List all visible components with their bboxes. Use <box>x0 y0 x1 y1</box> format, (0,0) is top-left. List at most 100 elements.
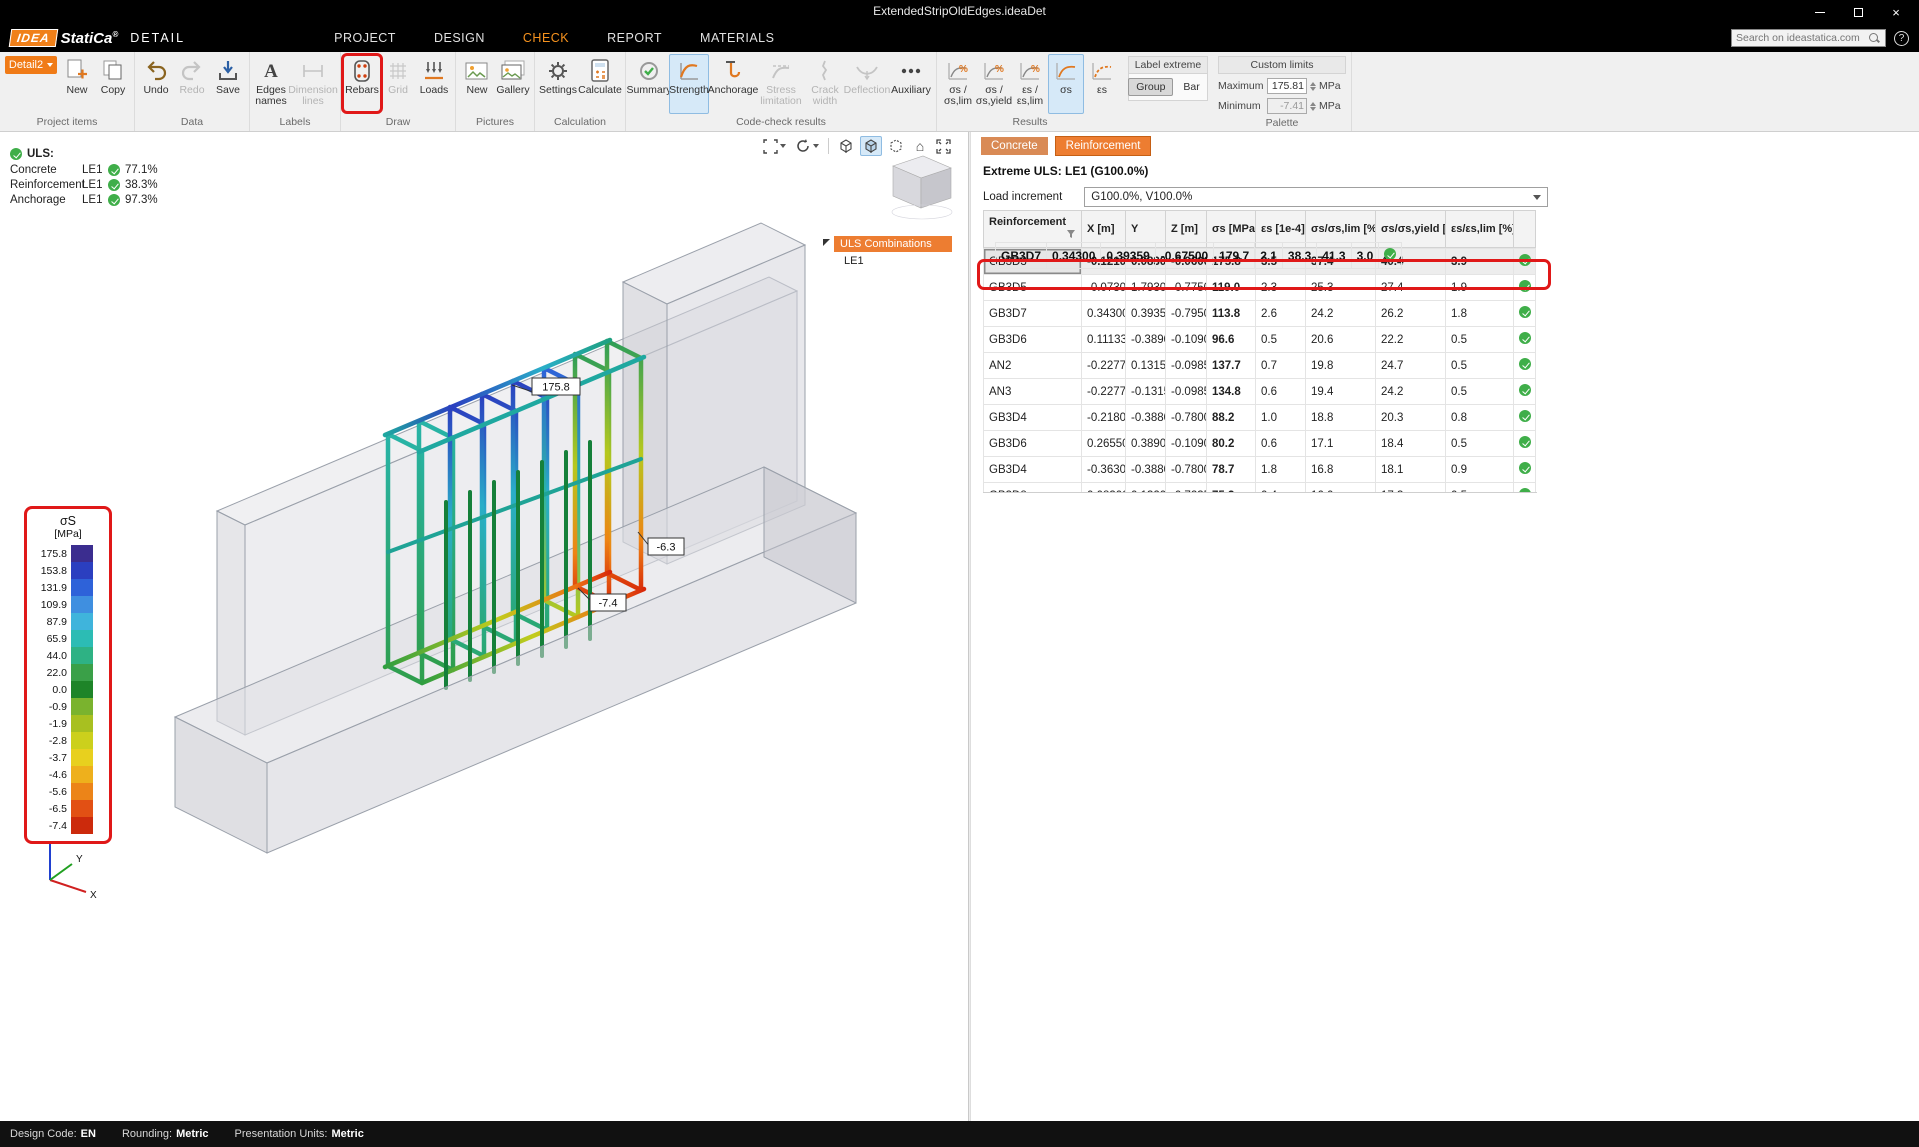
eps-over-eps-lim-button[interactable]: % εs / εs,lim <box>1012 54 1048 114</box>
table-cell-r2[interactable]: 41.3 <box>1317 243 1351 269</box>
eps-s-button[interactable]: εs <box>1084 54 1120 114</box>
table-cell-r1[interactable]: 16.8 <box>1306 457 1376 483</box>
label-extreme-group-button[interactable]: Group <box>1128 78 1173 96</box>
table-cell-eps[interactable]: 2.6 <box>1256 301 1306 327</box>
table-cell-r1[interactable]: 18.8 <box>1306 405 1376 431</box>
menu-tab-project[interactable]: PROJECT <box>315 26 415 50</box>
table-cell-name[interactable]: GB3D6 <box>984 327 1082 353</box>
table-cell-eps[interactable]: 1.8 <box>1256 457 1306 483</box>
restore-button[interactable] <box>1839 0 1877 24</box>
table-cell-name[interactable]: GB3D4 <box>984 405 1082 431</box>
table-cell-r2[interactable]: 26.2 <box>1376 301 1446 327</box>
detail-selector[interactable]: Detail2 <box>5 56 57 74</box>
help-icon[interactable]: ? <box>1894 31 1909 46</box>
table-cell-r2[interactable]: 24.7 <box>1376 353 1446 379</box>
table-cell-r3[interactable]: 3.9 <box>1446 249 1514 275</box>
table-cell-x[interactable]: -0.07300 <box>1082 275 1126 301</box>
table-cell-r1[interactable]: 17.1 <box>1306 431 1376 457</box>
table-cell-z[interactable]: -0.09857 <box>1166 353 1207 379</box>
table-cell-r3[interactable]: 0.5 <box>1446 353 1514 379</box>
table-row[interactable]: GB3D5-0.073001.79300-0.77500119.02.325.3… <box>984 275 1536 301</box>
table-cell-r3[interactable]: 0.5 <box>1446 431 1514 457</box>
table-cell-r3[interactable]: 1.8 <box>1446 301 1514 327</box>
table-row[interactable]: GB3D60.11133-0.38900-0.1090096.60.520.62… <box>984 327 1536 353</box>
new-project-item-button[interactable]: New <box>59 54 95 114</box>
table-cell-name[interactable]: GB3D8 <box>984 483 1082 494</box>
table-cell-x[interactable]: -0.21800 <box>1082 405 1126 431</box>
table-cell-sigma[interactable]: 80.2 <box>1207 431 1256 457</box>
table-cell-y[interactable]: -0.38800 <box>1126 405 1166 431</box>
table-cell-y[interactable]: 0.39359 <box>1126 301 1166 327</box>
close-button[interactable]: × <box>1877 0 1915 24</box>
table-cell-r2[interactable]: 18.4 <box>1376 431 1446 457</box>
table-cell-eps[interactable]: 0.6 <box>1256 431 1306 457</box>
table-cell-z[interactable]: -0.78000 <box>1166 405 1207 431</box>
menu-tab-check[interactable]: CHECK <box>504 26 588 50</box>
table-cell-sigma[interactable]: 113.8 <box>1207 301 1256 327</box>
table-cell-z[interactable]: -0.09857 <box>1166 379 1207 405</box>
table-cell-eps[interactable]: 0.5 <box>1256 327 1306 353</box>
table-cell-eps[interactable]: 0.4 <box>1256 483 1306 494</box>
table-cell-eps[interactable]: 2.3 <box>1256 275 1306 301</box>
table-cell-y[interactable]: -0.38800 <box>1126 457 1166 483</box>
home-view-button[interactable]: ⌂ <box>910 136 930 156</box>
table-cell-r2[interactable]: 17.3 <box>1376 483 1446 494</box>
table-cell-r2[interactable]: 20.3 <box>1376 405 1446 431</box>
table-cell-eps[interactable]: 0.7 <box>1256 353 1306 379</box>
table-row[interactable]: GB3D80.083000.13200-0.7235075.30.416.017… <box>984 483 1536 494</box>
orbit-button[interactable] <box>792 136 822 156</box>
table-cell-z[interactable]: -0.72350 <box>1166 483 1207 494</box>
settings-button[interactable]: Settings <box>538 54 578 114</box>
tree-item-le1[interactable]: LE1 <box>834 252 952 267</box>
table-cell-x[interactable]: -0.22776 <box>1082 353 1126 379</box>
collapse-triangle-icon[interactable] <box>823 239 830 246</box>
table-cell-y[interactable]: 0.13150 <box>1126 353 1166 379</box>
table-row[interactable]: AN2-0.227760.13150-0.09857137.70.719.824… <box>984 353 1536 379</box>
table-cell-name[interactable]: AN2 <box>984 353 1082 379</box>
table-cell-r2[interactable]: 18.1 <box>1376 457 1446 483</box>
search-input[interactable] <box>1736 32 1868 44</box>
model-canvas[interactable]: 175.8 -6.3 -7.4 Z Y X <box>0 132 968 1121</box>
table-cell-y[interactable]: 1.79300 <box>1126 275 1166 301</box>
load-increment-select[interactable]: G100.0%, V100.0% <box>1084 187 1548 207</box>
table-cell-x[interactable]: -0.36300 <box>1082 457 1126 483</box>
calculate-button[interactable]: Calculate <box>578 54 622 114</box>
table-cell-name[interactable]: GB3D7 <box>996 243 1047 269</box>
table-cell-sigma[interactable]: 134.8 <box>1207 379 1256 405</box>
filter-icon[interactable] <box>1066 229 1076 242</box>
zoom-fit-button[interactable] <box>933 136 954 156</box>
table-cell-r1[interactable]: 25.3 <box>1306 275 1376 301</box>
table-cell-sigma[interactable]: 119.0 <box>1207 275 1256 301</box>
table-cell-eps[interactable]: 2.1 <box>1255 243 1283 269</box>
table-cell-x[interactable]: 0.34300 <box>1047 243 1101 269</box>
table-cell-r3[interactable]: 0.9 <box>1446 457 1514 483</box>
table-cell-z[interactable]: -0.77500 <box>1166 275 1207 301</box>
table-cell-z[interactable]: -0.10900 <box>1166 431 1207 457</box>
table-cell-y[interactable]: 0.39359 <box>1101 243 1155 269</box>
transparent-view-button[interactable] <box>885 136 907 156</box>
table-cell-y[interactable]: 0.13200 <box>1126 483 1166 494</box>
table-row[interactable]: GB3D4-0.21800-0.38800-0.7800088.21.018.8… <box>984 405 1536 431</box>
table-cell-name[interactable]: GB3D6 <box>984 431 1082 457</box>
minimize-button[interactable] <box>1801 0 1839 24</box>
table-cell-r1[interactable]: 16.0 <box>1306 483 1376 494</box>
table-row[interactable]: GB3D70.343000.39359-0.79500113.82.624.22… <box>984 301 1536 327</box>
table-cell-z[interactable]: -0.79500 <box>1166 301 1207 327</box>
table-cell-r3[interactable]: 0.5 <box>1446 327 1514 353</box>
table-cell-r3[interactable]: 0.8 <box>1446 405 1514 431</box>
table-cell-x[interactable]: 0.26550 <box>1082 431 1126 457</box>
table-cell-r2[interactable]: 27.4 <box>1376 275 1446 301</box>
menu-tab-design[interactable]: DESIGN <box>415 26 504 50</box>
undo-button[interactable]: Undo <box>138 54 174 114</box>
table-cell-r1[interactable]: 24.2 <box>1306 301 1376 327</box>
table-cell-r1[interactable]: 20.6 <box>1306 327 1376 353</box>
table-cell-z[interactable]: -0.10900 <box>1166 327 1207 353</box>
search-box[interactable] <box>1731 29 1886 47</box>
table-cell-name[interactable]: AN3 <box>984 379 1082 405</box>
sigma-s-button[interactable]: σs <box>1048 54 1084 114</box>
auxiliary-button[interactable]: Auxiliary <box>889 54 933 114</box>
table-cell-sigma[interactable]: 96.6 <box>1207 327 1256 353</box>
col-eps-lim[interactable]: εs/εs,lim [%] <box>1446 211 1514 248</box>
table-cell-name[interactable]: GB3D4 <box>984 457 1082 483</box>
loads-button[interactable]: Loads <box>416 54 452 114</box>
